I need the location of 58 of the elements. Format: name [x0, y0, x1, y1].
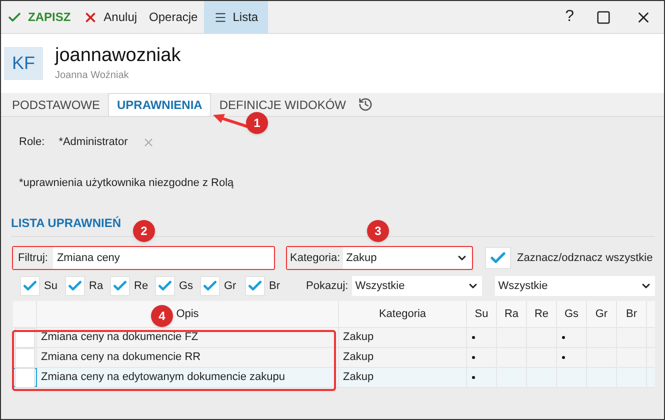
- filter-field[interactable]: Filtruj: Zmiana ceny: [12, 246, 275, 270]
- table-cell: Zmiana ceny na edytowanym dokumencie zakupu: [37, 368, 339, 387]
- category-select[interactable]: Kategoria: Zakup: [286, 246, 473, 270]
- column-filter-label: Re: [134, 278, 148, 294]
- checkbox[interactable]: [485, 247, 511, 269]
- checkbox[interactable]: [155, 276, 175, 296]
- table-cell: Zmiana ceny na dokumencie RR: [37, 348, 339, 367]
- column-filter-label: Ra: [89, 278, 103, 294]
- annotation-badge: 3: [367, 220, 389, 242]
- table-row[interactable]: Zmiana ceny na dokumencie FZ Zakup: [13, 328, 656, 348]
- help-button[interactable]: ?: [555, 1, 584, 33]
- tab[interactable]: PODSTAWOWE: [4, 93, 108, 116]
- column-header[interactable]: Gs: [557, 301, 587, 327]
- toolbar-button[interactable]: Operacje: [143, 1, 204, 33]
- column-header[interactable]: Kategoria: [339, 301, 467, 327]
- select-all-label: Zaznacz/odznacz wszystkie: [517, 250, 653, 266]
- checkbox[interactable]: [110, 276, 130, 296]
- column-header[interactable]: Ra: [497, 301, 527, 327]
- table-cell: Zmiana ceny na dokumencie FZ: [37, 328, 339, 347]
- user-login: joannawozniak: [55, 44, 181, 68]
- show-select[interactable]: Wszystkie: [352, 276, 482, 296]
- checkbox[interactable]: [14, 348, 34, 368]
- checkbox[interactable]: [65, 276, 85, 296]
- table-cell: Zakup: [339, 328, 467, 347]
- column-header[interactable]: Br: [617, 301, 647, 327]
- table-row[interactable]: Zmiana ceny na dokumencie RR Zakup: [13, 348, 656, 368]
- maximize-icon[interactable]: [596, 10, 611, 24]
- toolbar-button[interactable]: ZAPISZ: [1, 1, 77, 33]
- history-icon[interactable]: [358, 97, 374, 112]
- toolbar-button[interactable]: Lista: [204, 1, 268, 33]
- permissions-note: *uprawnienia użytkownika niezgodne z Rolą: [19, 176, 235, 190]
- remove-icon[interactable]: [142, 136, 155, 149]
- column-filter-label: Gr: [224, 278, 238, 294]
- column-header[interactable]: Su: [467, 301, 497, 327]
- table-row[interactable]: Zmiana ceny na edytowanym dokumencie zakupu Zakup: [13, 368, 656, 388]
- role-label: Role:: [19, 135, 45, 150]
- annotation-badge: 1: [246, 112, 268, 134]
- user-full-name: Joanna Woźniak: [55, 69, 130, 83]
- section-title: LISTA UPRAWNIEŃ: [11, 215, 121, 232]
- column-header[interactable]: Re: [527, 301, 557, 327]
- show-second-select[interactable]: Wszystkie: [495, 276, 656, 296]
- show-label: Pokazuj:: [306, 278, 348, 294]
- tab[interactable]: UPRAWNIENIA: [108, 93, 212, 116]
- column-filter-label: Su: [44, 278, 58, 294]
- table-cell: Zakup: [339, 348, 467, 367]
- checkbox[interactable]: [20, 276, 40, 296]
- column-filter-label: Gs: [179, 278, 193, 294]
- user-avatar: KF: [4, 47, 43, 80]
- annotation-badge: 2: [133, 220, 155, 242]
- menu-icon: [214, 10, 227, 24]
- checkbox[interactable]: [245, 276, 265, 296]
- table-cell: Zakup: [339, 368, 467, 387]
- column-header[interactable]: Gr: [587, 301, 617, 327]
- checkbox[interactable]: [15, 368, 35, 388]
- column-filter-label: Br: [269, 278, 281, 294]
- role-tag: *Administrator: [58, 134, 128, 150]
- toolbar-button[interactable]: Anuluj: [76, 1, 144, 33]
- checkbox[interactable]: [200, 276, 220, 296]
